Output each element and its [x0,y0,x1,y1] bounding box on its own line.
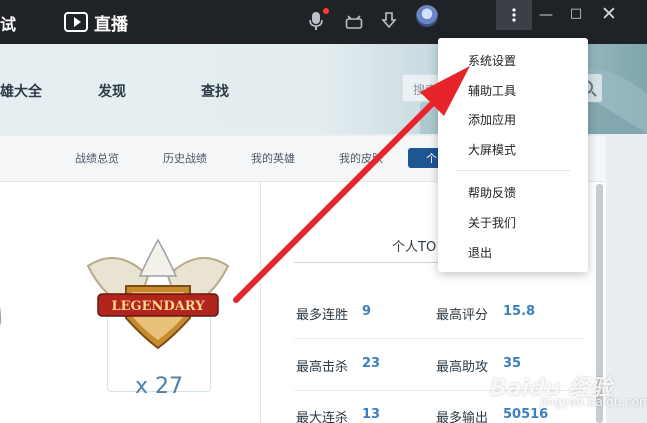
nav-item-heroes[interactable]: 雄大全 [0,81,42,101]
stats-title: 个人TO [392,240,437,255]
bilibili-icon [345,15,363,29]
partial-medal-image [0,306,2,326]
medal-banner-text: LEGENDARY [112,299,206,314]
stat-label: 最多输出 [436,411,489,423]
tab-my-skins[interactable]: 我的皮肤 [339,150,383,166]
stat-label: 最高评分 [436,308,489,323]
notification-dot [323,8,329,14]
medal-count: x 27 [135,374,184,399]
tab-overview[interactable]: 战绩总览 [75,150,119,166]
live-button[interactable]: 直播 [64,10,128,35]
nav-item-search[interactable]: 查找 [201,81,229,101]
stat-label: 最高助攻 [436,360,489,375]
download-icon [381,12,397,29]
watermark-url: jingyan.baidu.com [540,395,647,409]
microphone-icon [309,12,323,30]
tab-history[interactable]: 历史战绩 [163,150,207,166]
main-menu-button[interactable] [496,0,532,30]
menu-item-tools[interactable]: 辅助工具 [468,82,516,99]
minimize-button[interactable]: — [536,7,556,23]
app-title-fragment: 试 [0,15,17,34]
stat-label: 最高击杀 [296,360,349,375]
bilibili-button[interactable] [341,8,367,34]
content-divider [260,182,261,423]
stat-label: 最多连胜 [296,308,349,323]
close-button[interactable]: ✕ [599,3,619,25]
search-placeholder: 搜索 [413,83,438,97]
stat-value: 15.8 [503,304,536,319]
menu-item-big-screen[interactable]: 大屏模式 [468,141,516,158]
menu-item-system-settings[interactable]: 系统设置 [468,52,516,69]
menu-separator [456,170,570,171]
menu-item-exit[interactable]: 退出 [468,244,492,261]
menu-item-about[interactable]: 关于我们 [468,214,516,231]
stat-value: 50516 [503,407,549,422]
menu-item-add-app[interactable]: 添加应用 [468,111,516,128]
nav-item-discover[interactable]: 发现 [98,81,126,101]
live-label: 直播 [94,14,128,35]
microphone-button[interactable] [303,8,329,34]
stat-value: 23 [362,356,381,371]
play-icon [64,12,88,32]
stat-label: 最大连杀 [296,411,349,423]
row-divider [294,338,584,339]
stat-value: 9 [362,304,372,319]
menu-item-feedback[interactable]: 帮助反馈 [468,184,516,201]
user-avatar[interactable] [416,5,438,27]
stat-value: 13 [362,407,381,422]
maximize-button[interactable]: □ [566,6,586,24]
download-button[interactable] [376,8,402,34]
legendary-medal-image: LEGENDARY [86,238,230,350]
main-dropdown-menu: 系统设置 辅助工具 添加应用 大屏模式 帮助反馈 关于我们 退出 [438,38,588,272]
stat-value: 35 [503,356,522,371]
more-vertical-icon [512,8,516,22]
tab-my-heroes[interactable]: 我的英雄 [251,150,295,166]
